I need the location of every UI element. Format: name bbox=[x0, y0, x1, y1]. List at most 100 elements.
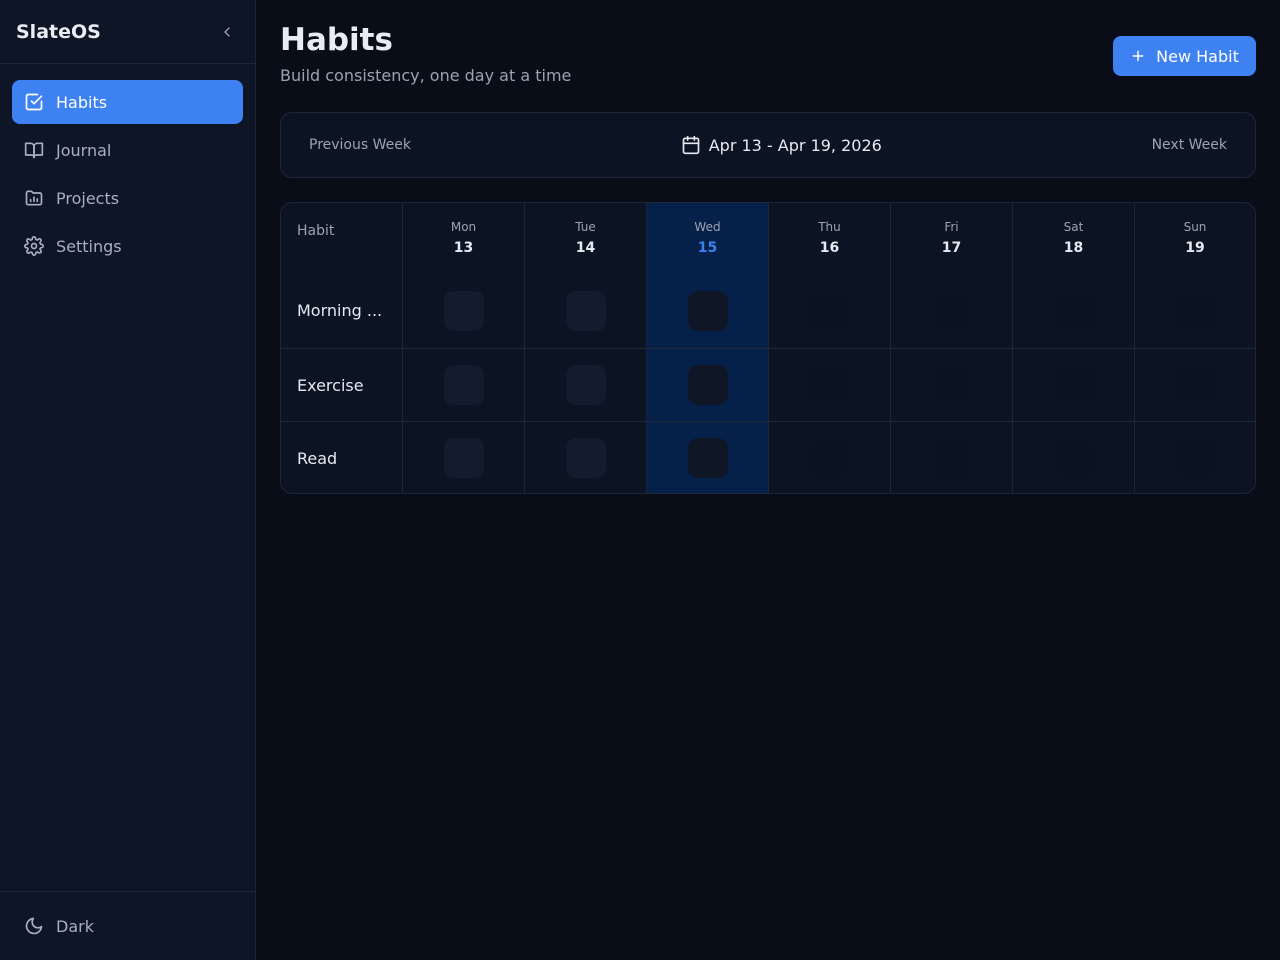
habit-checkbox[interactable] bbox=[565, 438, 606, 478]
day-number: 13 bbox=[453, 240, 474, 256]
habit-day-cell bbox=[1013, 275, 1135, 348]
habit-day-cell bbox=[769, 422, 891, 493]
collapse-sidebar-button[interactable] bbox=[215, 20, 239, 44]
sidebar-item-habits[interactable]: Habits bbox=[12, 80, 243, 124]
previous-week-button[interactable]: Previous Week bbox=[309, 137, 411, 153]
book-open-icon bbox=[24, 140, 44, 160]
habit-day-cell bbox=[891, 275, 1013, 348]
habit-checkbox[interactable] bbox=[565, 291, 606, 331]
day-name: Sun bbox=[1183, 220, 1207, 234]
check-square-icon bbox=[24, 92, 44, 112]
day-name: Fri bbox=[944, 220, 959, 234]
day-header-mon: Mon 13 bbox=[403, 203, 525, 275]
grid-header-row: Habit Mon 13 Tue 14 Wed 15 Thu 16 Fri 17 Sat 1… bbox=[281, 203, 1255, 275]
sidebar-item-label: Settings bbox=[56, 236, 122, 256]
habit-checkbox[interactable] bbox=[1053, 365, 1094, 405]
gear-icon bbox=[24, 236, 44, 256]
theme-toggle-label: Dark bbox=[56, 916, 94, 936]
day-number: 19 bbox=[1185, 240, 1205, 256]
habit-day-cell bbox=[769, 349, 891, 421]
habit-name: Read bbox=[297, 448, 338, 468]
chevron-left-icon bbox=[224, 26, 230, 37]
habit-checkbox[interactable] bbox=[443, 291, 484, 331]
habit-day-cell bbox=[647, 349, 769, 421]
habit-checkbox[interactable] bbox=[1175, 438, 1215, 478]
habit-name: Exercise bbox=[297, 375, 364, 395]
new-habit-label: New Habit bbox=[1156, 46, 1239, 66]
day-number: 18 bbox=[1063, 240, 1084, 256]
habit-checkbox[interactable] bbox=[809, 438, 850, 478]
table-row: Read bbox=[281, 421, 1255, 493]
folder-chart-icon bbox=[24, 188, 44, 208]
table-row: Morning ... bbox=[281, 275, 1255, 348]
page-subtitle: Build consistency, one day at a time bbox=[280, 66, 572, 85]
day-name: Wed bbox=[694, 220, 721, 234]
habit-day-cell bbox=[647, 422, 769, 493]
habit-name: Morning ... bbox=[297, 301, 383, 320]
habit-checkbox[interactable] bbox=[1175, 291, 1215, 331]
page-title: Habits bbox=[280, 22, 393, 58]
habit-day-cell bbox=[525, 349, 647, 421]
habit-day-cell bbox=[1135, 422, 1255, 493]
week-range-label: Apr 13 - Apr 19, 2026 bbox=[708, 135, 882, 155]
brand-name: SlateOS bbox=[16, 20, 101, 43]
habit-checkbox[interactable] bbox=[809, 291, 850, 331]
habit-day-cell bbox=[769, 275, 891, 348]
habit-checkbox[interactable] bbox=[931, 365, 972, 405]
sidebar-item-label: Projects bbox=[56, 188, 120, 208]
week-range: Apr 13 - Apr 19, 2026 bbox=[681, 135, 882, 155]
day-name: Sat bbox=[1063, 220, 1084, 234]
sidebar-item-projects[interactable]: Projects bbox=[12, 176, 243, 220]
habit-checkbox[interactable] bbox=[443, 438, 484, 478]
habit-day-cell bbox=[1135, 275, 1255, 348]
habit-day-cell bbox=[891, 422, 1013, 493]
sidebar-item-settings[interactable]: Settings bbox=[12, 224, 243, 268]
week-navigator: Previous Week Apr 13 - Apr 19, 2026 Next… bbox=[280, 112, 1256, 178]
sidebar-item-journal[interactable]: Journal bbox=[12, 128, 243, 172]
sidebar-item-label: Journal bbox=[56, 140, 112, 160]
theme-toggle[interactable]: Dark bbox=[0, 891, 255, 960]
habit-day-cell bbox=[647, 275, 769, 348]
day-name: Mon bbox=[450, 220, 477, 234]
day-header-thu: Thu 16 bbox=[769, 203, 891, 275]
habit-checkbox[interactable] bbox=[687, 365, 728, 405]
day-number: 14 bbox=[575, 240, 596, 256]
habit-day-cell bbox=[525, 422, 647, 493]
habit-checkbox[interactable] bbox=[931, 291, 972, 331]
habit-checkbox[interactable] bbox=[443, 365, 484, 405]
moon-icon bbox=[24, 916, 44, 936]
habit-checkbox[interactable] bbox=[687, 291, 728, 331]
habit-checkbox[interactable] bbox=[1053, 291, 1094, 331]
sidebar-header: SlateOS bbox=[0, 0, 255, 64]
day-name: Tue bbox=[575, 220, 596, 234]
habit-name-cell: Morning ... bbox=[281, 275, 403, 348]
habit-checkbox[interactable] bbox=[687, 438, 728, 478]
day-number: 17 bbox=[941, 240, 962, 256]
habit-checkbox[interactable] bbox=[565, 365, 606, 405]
habit-day-cell bbox=[1135, 349, 1255, 421]
day-number: 16 bbox=[819, 240, 840, 256]
habit-name-cell: Read bbox=[281, 422, 403, 493]
habit-checkbox[interactable] bbox=[931, 438, 972, 478]
habit-checkbox[interactable] bbox=[1053, 438, 1094, 478]
calendar-icon bbox=[682, 135, 700, 155]
plus-icon bbox=[1132, 50, 1144, 62]
habit-day-cell bbox=[403, 422, 525, 493]
habit-checkbox[interactable] bbox=[809, 365, 850, 405]
habit-checkbox[interactable] bbox=[1175, 365, 1215, 405]
new-habit-button[interactable]: New Habit bbox=[1113, 36, 1256, 76]
habit-day-cell bbox=[1013, 422, 1135, 493]
day-header-sun: Sun 19 bbox=[1135, 203, 1255, 275]
next-week-button[interactable]: Next Week bbox=[1152, 137, 1227, 153]
habit-day-cell bbox=[525, 275, 647, 348]
habit-day-cell bbox=[1013, 349, 1135, 421]
day-number: 15 bbox=[697, 240, 718, 256]
habit-name-cell: Exercise bbox=[281, 349, 403, 421]
habit-day-cell bbox=[403, 349, 525, 421]
habit-grid: Habit Mon 13 Tue 14 Wed 15 Thu 16 Fri 17 Sat 1… bbox=[280, 202, 1256, 494]
sidebar-item-label: Habits bbox=[56, 92, 108, 112]
day-header-wed: Wed 15 bbox=[647, 203, 769, 275]
habit-column-header: Habit bbox=[281, 203, 403, 275]
habit-day-cell bbox=[891, 349, 1013, 421]
sidebar: SlateOS Habits Journal Projects Settings… bbox=[0, 0, 256, 960]
